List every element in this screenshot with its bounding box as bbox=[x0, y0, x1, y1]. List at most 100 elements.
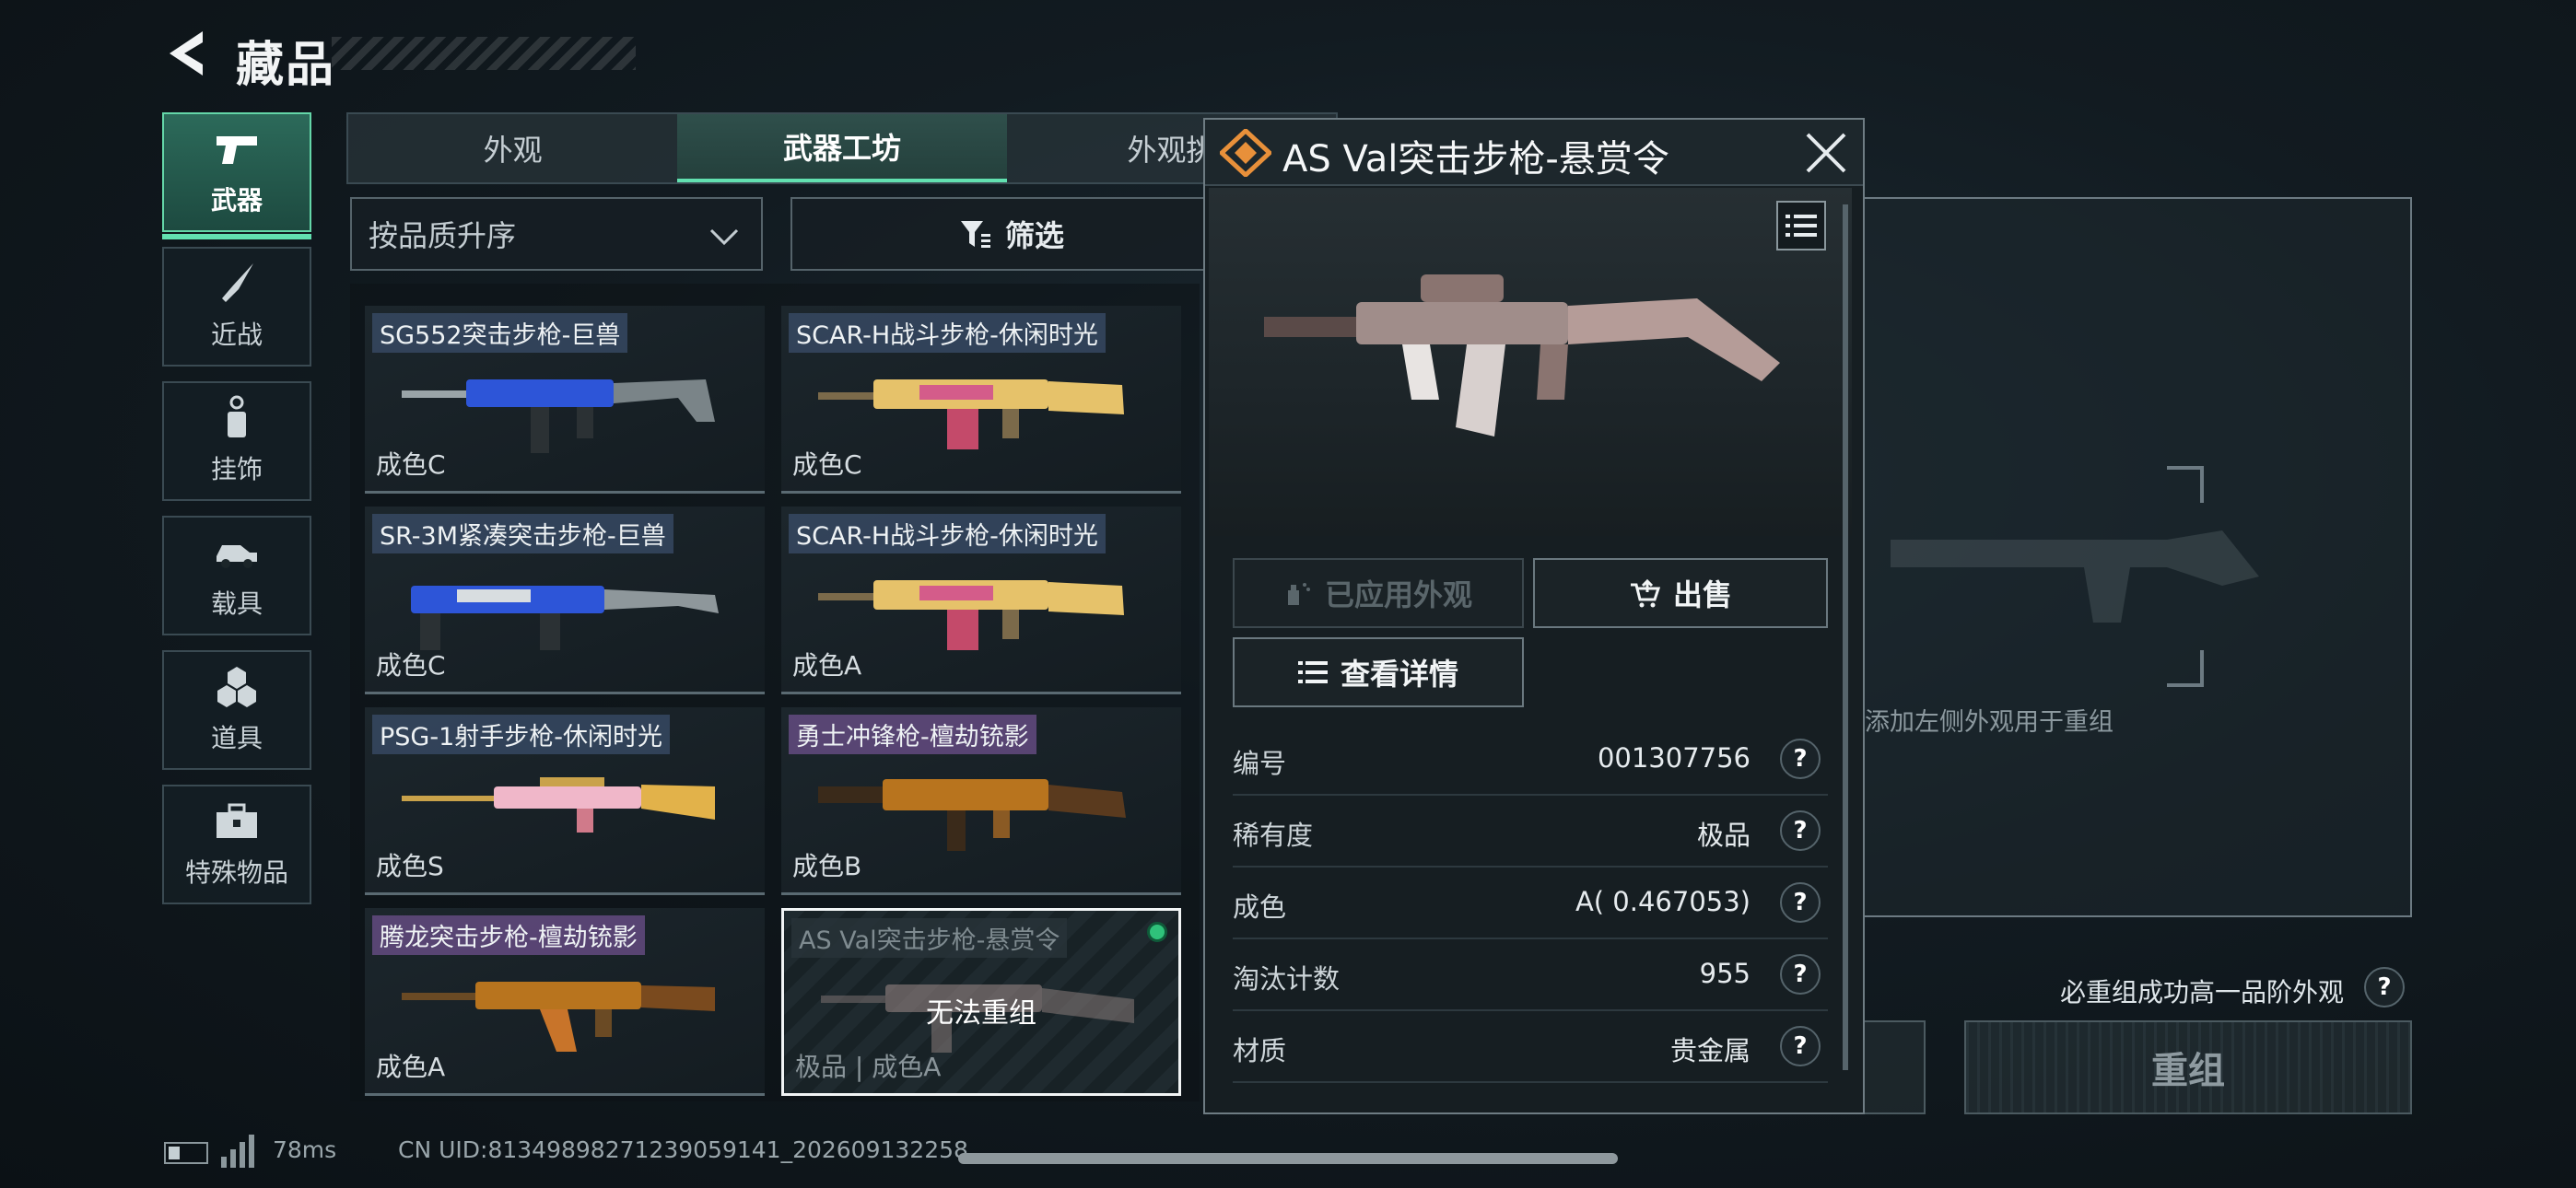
chevron-down-icon bbox=[709, 228, 739, 246]
sell-label: 出售 bbox=[1672, 577, 1732, 612]
corner-bracket-icon bbox=[2167, 650, 2204, 687]
row-key: 成色 bbox=[1233, 891, 1287, 923]
weapon-preview bbox=[1209, 188, 1852, 536]
recombine-slot-area[interactable] bbox=[1852, 197, 2412, 917]
tab-bar: 外观 武器工坊 外观挑 bbox=[346, 112, 1338, 184]
item-condition: 成色S bbox=[376, 851, 444, 881]
detail-row-serial: 编号 001307756 ? bbox=[1233, 724, 1828, 796]
recombine-hint: 添加左侧外观用于重组 bbox=[1865, 708, 2113, 737]
weapon-image bbox=[818, 379, 1124, 449]
weapon-image bbox=[1264, 274, 1780, 437]
item-condition: 成色A bbox=[792, 650, 862, 681]
item-card[interactable]: SCAR-H战斗步枪-休闲时光 成色C bbox=[781, 306, 1181, 494]
pistol-icon bbox=[213, 127, 261, 171]
category-charms[interactable]: 挂饰 bbox=[162, 381, 311, 501]
row-value: 贵金属 bbox=[1669, 1035, 1751, 1066]
recombine-note: 必重组成功高一品阶外观 bbox=[2060, 977, 2345, 1007]
weapon-image bbox=[402, 982, 715, 1052]
detail-row-rarity: 稀有度 极品 ? bbox=[1233, 796, 1828, 868]
item-card[interactable]: PSG-1射手步枪-休闲时光 成色S bbox=[365, 707, 765, 895]
recombine-button[interactable]: 重组 bbox=[1964, 1020, 2412, 1114]
filter-label: 筛选 bbox=[1004, 218, 1064, 253]
category-weapons[interactable]: 武器 bbox=[162, 112, 311, 239]
weapon-image bbox=[818, 779, 1126, 851]
sell-icon bbox=[1630, 578, 1660, 608]
sort-dropdown[interactable]: 按品质升序 bbox=[350, 197, 763, 271]
view-details-button[interactable]: 查看详情 bbox=[1233, 637, 1524, 707]
item-name: SCAR-H战斗步枪-休闲时光 bbox=[789, 313, 1106, 353]
item-card[interactable]: 腾龙突击步枪-檀劫铳影 成色A bbox=[365, 908, 765, 1096]
category-vehicles[interactable]: 载具 bbox=[162, 516, 311, 635]
sell-button[interactable]: 出售 bbox=[1533, 558, 1828, 628]
category-melee[interactable]: 近战 bbox=[162, 247, 311, 367]
spray-icon bbox=[1287, 583, 1310, 605]
scrollbar[interactable] bbox=[1843, 204, 1848, 1070]
title-decoration bbox=[332, 37, 636, 70]
list-icon[interactable] bbox=[1776, 201, 1826, 250]
detail-row-material: 材质 贵金属 ? bbox=[1233, 1011, 1828, 1083]
item-card-selected[interactable]: AS Val突击步枪-悬赏令 无法重组 极品 | 成色A bbox=[781, 908, 1181, 1096]
filter-button[interactable]: 筛选 bbox=[790, 197, 1233, 271]
help-icon[interactable]: ? bbox=[1780, 1026, 1821, 1066]
help-icon[interactable]: ? bbox=[1780, 739, 1821, 779]
item-name: SR-3M紧凑突击步枪-巨兽 bbox=[372, 514, 673, 553]
item-card[interactable]: SG552突击步枪-巨兽 成色C bbox=[365, 306, 765, 494]
charm-icon bbox=[213, 395, 261, 440]
weapon-image bbox=[402, 379, 715, 453]
user-uid: CN UID:8134989827123905914​1_2026091322​… bbox=[398, 1136, 968, 1163]
briefcase-icon bbox=[213, 799, 261, 844]
item-condition: 成色C bbox=[376, 650, 446, 681]
help-icon[interactable]: ? bbox=[1780, 810, 1821, 851]
item-condition: 成色A bbox=[376, 1052, 446, 1082]
tab-weapon-workshop[interactable]: 武器工坊 bbox=[677, 114, 1007, 182]
list-icon bbox=[1297, 661, 1328, 683]
item-condition: 成色B bbox=[792, 851, 862, 881]
row-key: 材质 bbox=[1233, 1035, 1287, 1066]
applied-label: 已应用外观 bbox=[1324, 577, 1472, 612]
item-card[interactable]: SR-3M紧凑突击步枪-巨兽 成色C bbox=[365, 507, 765, 694]
row-value: 极品 bbox=[1696, 820, 1751, 851]
row-value: A( 0.467053) bbox=[1575, 886, 1751, 917]
corner-bracket-icon bbox=[2167, 466, 2204, 503]
category-label: 道具 bbox=[210, 723, 263, 753]
vehicle-icon bbox=[213, 530, 261, 575]
help-icon[interactable]: ? bbox=[1780, 954, 1821, 995]
battery-icon bbox=[164, 1142, 208, 1164]
ping-readout: 78ms bbox=[273, 1136, 337, 1163]
weapon-silhouette bbox=[1891, 530, 2259, 623]
item-name: PSG-1射手步枪-休闲时光 bbox=[372, 715, 671, 754]
popup-title: AS Val突击步枪-悬赏令 bbox=[1282, 138, 1669, 181]
weapon-image bbox=[818, 580, 1124, 650]
item-condition: 成色C bbox=[376, 449, 446, 480]
item-card[interactable]: 勇士冲锋枪-檀劫铳影 成色B bbox=[781, 707, 1181, 895]
item-name: SCAR-H战斗步枪-休闲时光 bbox=[789, 514, 1106, 553]
row-key: 编号 bbox=[1233, 748, 1287, 779]
items-icon bbox=[213, 665, 261, 709]
item-name: AS Val突击步枪-悬赏令 bbox=[791, 918, 1068, 958]
category-label: 载具 bbox=[210, 588, 263, 619]
close-icon[interactable] bbox=[1804, 131, 1848, 175]
sort-label: 按品质升序 bbox=[369, 218, 517, 253]
item-condition: 成色C bbox=[792, 449, 862, 480]
tab-appearance[interactable]: 外观 bbox=[348, 114, 677, 182]
row-value: 001307756 bbox=[1597, 742, 1751, 774]
home-indicator[interactable] bbox=[958, 1153, 1618, 1164]
rarity-diamond-icon bbox=[1220, 129, 1271, 177]
category-special-items[interactable]: 特殊物品 bbox=[162, 785, 311, 904]
filter-icon bbox=[960, 221, 990, 248]
row-value: 955 bbox=[1699, 958, 1751, 989]
weapon-image bbox=[402, 777, 715, 833]
detail-row-condition: 成色 A( 0.467053) ? bbox=[1233, 868, 1828, 939]
detail-row-kill-count: 淘汰计数 955 ? bbox=[1233, 939, 1828, 1011]
item-card[interactable]: SCAR-H战斗步枪-休闲时光 成色A bbox=[781, 507, 1181, 694]
help-icon[interactable]: ? bbox=[2364, 967, 2405, 1007]
back-arrow-icon[interactable] bbox=[162, 28, 208, 79]
cannot-recombine-label: 无法重组 bbox=[926, 997, 1036, 1030]
category-items[interactable]: 道具 bbox=[162, 650, 311, 770]
weapon-detail-popup: AS Val突击步枪-悬赏令 已应用外观 出售 查看详情 编号 00130775… bbox=[1203, 118, 1865, 1114]
weapon-image bbox=[411, 586, 719, 650]
help-icon[interactable]: ? bbox=[1780, 882, 1821, 923]
knife-icon bbox=[213, 262, 261, 306]
category-label: 武器 bbox=[210, 185, 263, 215]
category-label: 特殊物品 bbox=[184, 857, 288, 888]
